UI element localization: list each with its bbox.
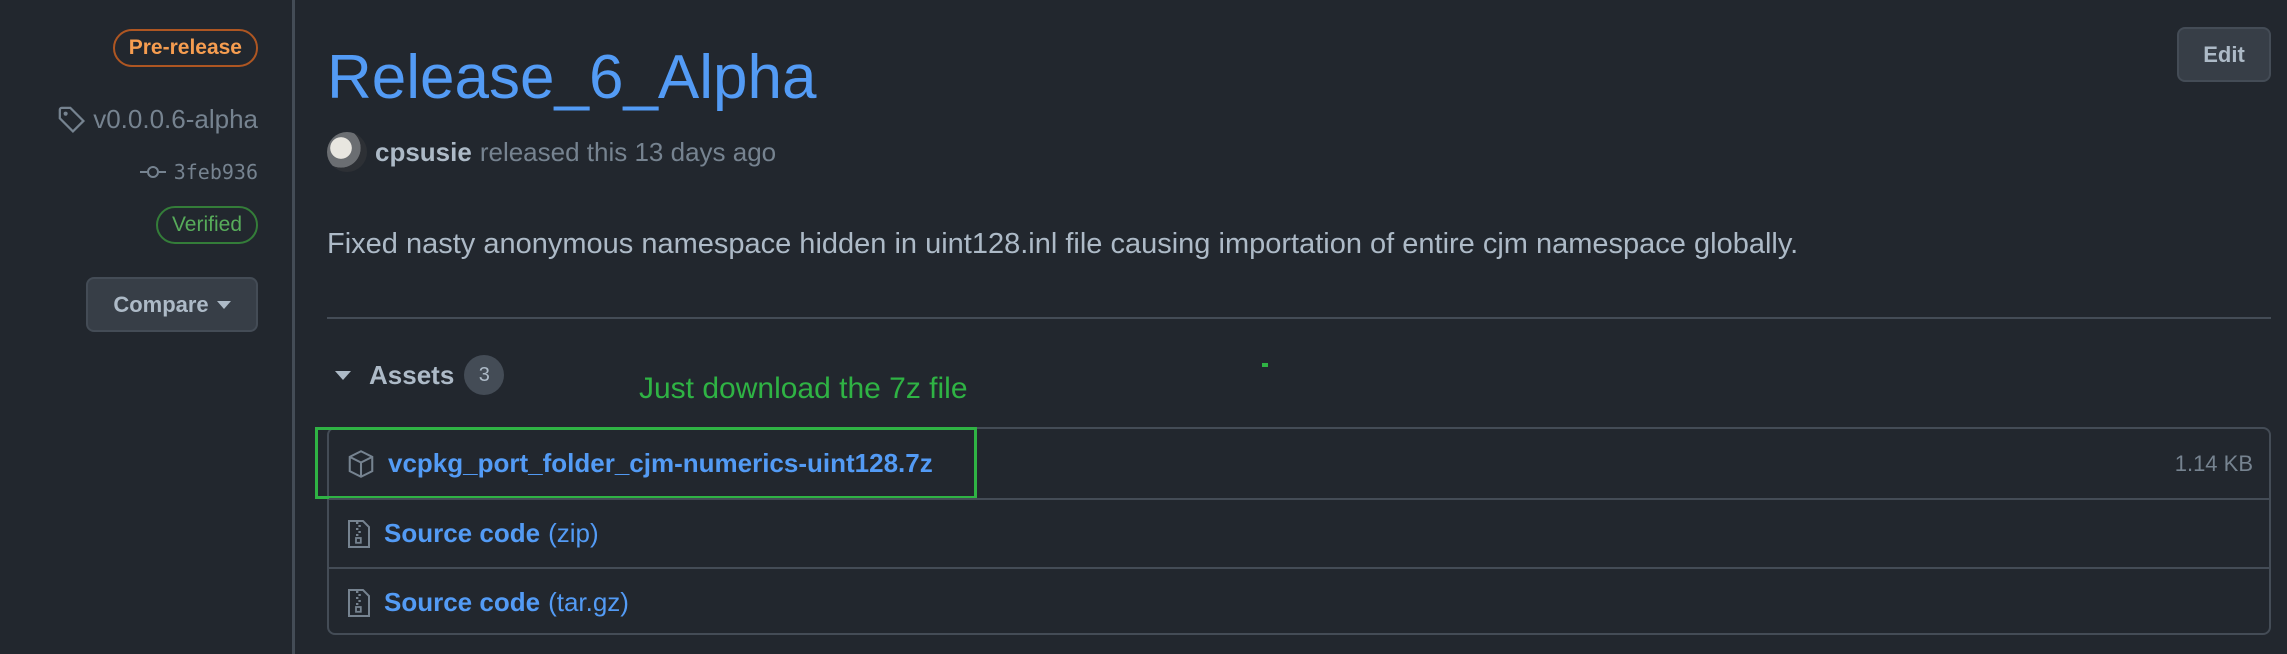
commit-link[interactable]: 3feb936: [139, 160, 258, 184]
avatar[interactable]: [327, 132, 367, 172]
asset-format[interactable]: (zip): [548, 518, 599, 549]
release-sidebar: Pre-release v0.0.0.6-alpha 3feb936 Verif…: [0, 0, 292, 654]
assets-toggle[interactable]: Assets 3: [335, 355, 505, 395]
file-zip-icon: [346, 518, 372, 550]
pre-release-badge: Pre-release: [112, 29, 258, 67]
file-zip-icon: [346, 587, 372, 619]
release-main: Release_6_Alpha Edit cpsusie released th…: [315, 0, 2287, 654]
release-author-row: cpsusie released this 13 days ago: [327, 132, 776, 172]
compare-button[interactable]: Compare: [86, 277, 258, 332]
asset-row[interactable]: vcpkg_port_folder_cjm-numerics-uint128.7…: [315, 427, 2269, 499]
git-commit-icon: [139, 163, 166, 181]
asset-row[interactable]: Source code (tar.gz): [329, 567, 2269, 636]
verified-badge[interactable]: Verified: [155, 206, 258, 244]
triangle-down-icon: [335, 370, 351, 380]
divider: [327, 317, 2271, 319]
tag-link[interactable]: v0.0.0.6-alpha: [57, 104, 258, 135]
release-notes: Fixed nasty anonymous namespace hidden i…: [327, 228, 1799, 260]
annotation-mark: [1262, 363, 1268, 367]
asset-row[interactable]: Source code (zip): [329, 498, 2269, 567]
tag-name: v0.0.0.6-alpha: [93, 104, 258, 134]
tag-icon: [57, 105, 87, 135]
asset-size: 1.14 KB: [2174, 450, 2253, 476]
commit-hash: 3feb936: [173, 160, 258, 184]
assets-list: vcpkg_port_folder_cjm-numerics-uint128.7…: [315, 427, 2271, 636]
asset-link[interactable]: Source code: [384, 587, 540, 618]
annotation-note: Just download the 7z file: [639, 372, 968, 405]
release-title[interactable]: Release_6_Alpha: [327, 38, 817, 118]
asset-link[interactable]: vcpkg_port_folder_cjm-numerics-uint128.7…: [388, 448, 933, 479]
released-text: released this 13 days ago: [479, 136, 777, 167]
package-icon: [346, 449, 376, 479]
assets-title: Assets: [369, 359, 455, 390]
sidebar-divider: [292, 0, 295, 654]
author-link[interactable]: cpsusie: [375, 137, 472, 168]
edit-button[interactable]: Edit: [2177, 27, 2271, 82]
asset-link[interactable]: Source code: [384, 518, 540, 549]
assets-count-badge: 3: [464, 355, 505, 395]
asset-format[interactable]: (tar.gz): [548, 587, 629, 618]
compare-label: Compare: [113, 291, 209, 317]
caret-down-icon: [216, 300, 231, 309]
